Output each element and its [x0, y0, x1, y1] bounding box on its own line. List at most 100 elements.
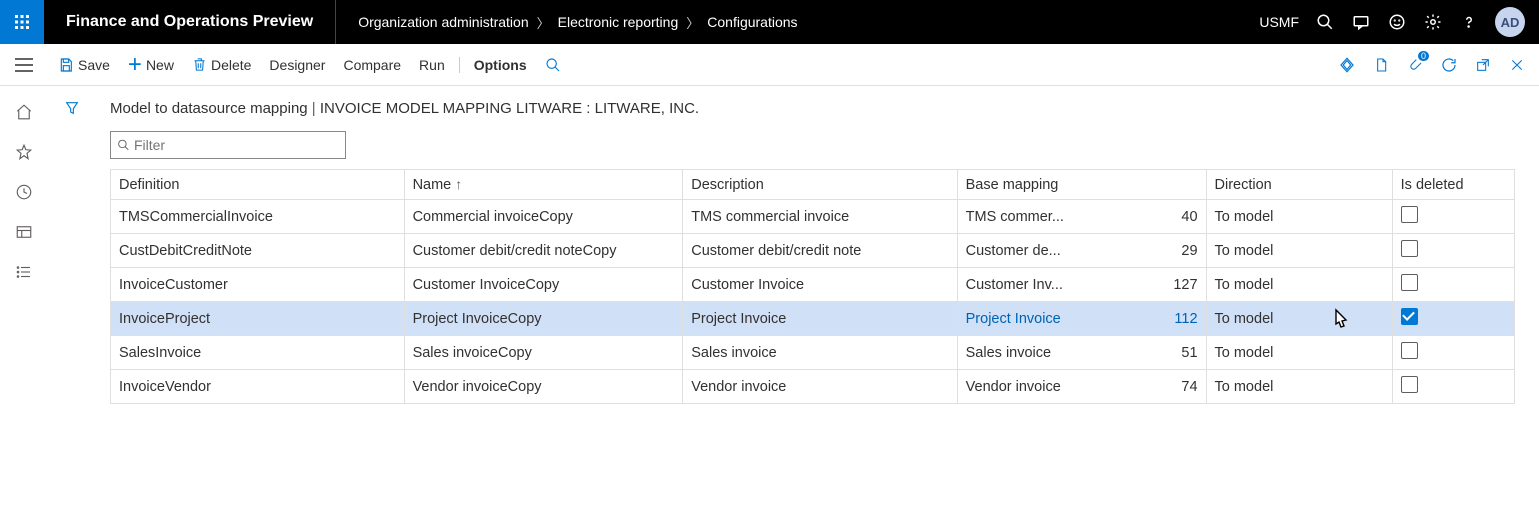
cell-base-mapping-count[interactable]: 40 [1108, 200, 1206, 234]
cell-base-mapping-count[interactable]: 112 [1108, 302, 1206, 336]
col-name[interactable]: Name ↑ [404, 170, 683, 200]
help-icon[interactable] [1459, 12, 1479, 32]
checkbox[interactable] [1401, 308, 1418, 325]
cell-name[interactable]: Vendor invoiceCopy [404, 370, 683, 404]
nav-hamburger-button[interactable] [0, 44, 48, 86]
toolbar-search-button[interactable] [545, 57, 561, 73]
home-icon[interactable] [14, 102, 34, 122]
cell-name[interactable]: Customer InvoiceCopy [404, 268, 683, 302]
designer-button[interactable]: Designer [269, 57, 325, 73]
delete-button[interactable]: Delete [192, 56, 251, 73]
cell-base-mapping[interactable]: Vendor invoice [957, 370, 1108, 404]
attachment-icon[interactable]: 0 [1405, 55, 1425, 75]
cell-base-mapping[interactable]: Sales invoice [957, 336, 1108, 370]
checkbox[interactable] [1401, 274, 1418, 291]
cell-description[interactable]: TMS commercial invoice [683, 200, 957, 234]
cell-base-mapping[interactable]: Customer de... [957, 234, 1108, 268]
workspace-icon[interactable] [14, 222, 34, 242]
chat-icon[interactable] [1351, 12, 1371, 32]
cell-direction[interactable]: To model [1206, 200, 1392, 234]
feedback-smile-icon[interactable] [1387, 12, 1407, 32]
cell-definition[interactable]: InvoiceVendor [111, 370, 405, 404]
table-row[interactable]: InvoiceVendorVendor invoiceCopyVendor in… [111, 370, 1515, 404]
cell-definition[interactable]: CustDebitCreditNote [111, 234, 405, 268]
breadcrumb-item[interactable]: Organization administration [358, 14, 528, 30]
cell-name[interactable]: Customer debit/credit noteCopy [404, 234, 683, 268]
app-launcher-button[interactable] [0, 0, 44, 44]
cell-is-deleted[interactable] [1392, 370, 1514, 404]
diamond-icon[interactable] [1337, 55, 1357, 75]
close-icon[interactable] [1507, 55, 1527, 75]
cell-base-mapping-count[interactable]: 29 [1108, 234, 1206, 268]
col-definition[interactable]: Definition [111, 170, 405, 200]
cell-name[interactable]: Commercial invoiceCopy [404, 200, 683, 234]
document-icon[interactable] [1371, 55, 1391, 75]
col-description[interactable]: Description [683, 170, 957, 200]
avatar[interactable]: AD [1495, 7, 1525, 37]
checkbox[interactable] [1401, 376, 1418, 393]
recent-icon[interactable] [14, 182, 34, 202]
cell-direction[interactable]: To model [1206, 268, 1392, 302]
checkbox[interactable] [1401, 342, 1418, 359]
filter-pane-toggle[interactable] [48, 86, 96, 519]
table-row[interactable]: InvoiceProjectProject InvoiceCopyProject… [111, 302, 1515, 336]
cell-is-deleted[interactable] [1392, 200, 1514, 234]
company-code[interactable]: USMF [1259, 14, 1299, 30]
cell-definition[interactable]: InvoiceProject [111, 302, 405, 336]
cell-base-mapping[interactable]: Project Invoice [957, 302, 1108, 336]
delete-label: Delete [211, 57, 251, 73]
col-base-mapping[interactable]: Base mapping [957, 170, 1206, 200]
app-header: Finance and Operations Preview Organizat… [0, 0, 1539, 44]
cell-direction[interactable]: To model [1206, 370, 1392, 404]
cell-description[interactable]: Customer Invoice [683, 268, 957, 302]
breadcrumb-item[interactable]: Electronic reporting [558, 14, 679, 30]
cell-description[interactable]: Sales invoice [683, 336, 957, 370]
cell-definition[interactable]: InvoiceCustomer [111, 268, 405, 302]
cell-description[interactable]: Vendor invoice [683, 370, 957, 404]
refresh-icon[interactable] [1439, 55, 1459, 75]
save-button[interactable]: Save [58, 57, 110, 73]
table-row[interactable]: InvoiceCustomerCustomer InvoiceCopyCusto… [111, 268, 1515, 302]
cell-definition[interactable]: SalesInvoice [111, 336, 405, 370]
settings-gear-icon[interactable] [1423, 12, 1443, 32]
star-icon[interactable] [14, 142, 34, 162]
cell-base-mapping-count[interactable]: 51 [1108, 336, 1206, 370]
cell-base-mapping-count[interactable]: 74 [1108, 370, 1206, 404]
table-row[interactable]: SalesInvoiceSales invoiceCopySales invoi… [111, 336, 1515, 370]
breadcrumb-item[interactable]: Configurations [707, 14, 797, 30]
cell-direction[interactable]: To model [1206, 336, 1392, 370]
table-row[interactable]: CustDebitCreditNoteCustomer debit/credit… [111, 234, 1515, 268]
col-is-deleted[interactable]: Is deleted [1392, 170, 1514, 200]
col-direction[interactable]: Direction [1206, 170, 1392, 200]
cell-direction[interactable]: To model [1206, 302, 1392, 336]
search-icon[interactable] [1315, 12, 1335, 32]
cell-name[interactable]: Project InvoiceCopy [404, 302, 683, 336]
new-button[interactable]: + New [128, 53, 174, 77]
run-button[interactable]: Run [419, 57, 445, 73]
cell-base-mapping-count[interactable]: 127 [1108, 268, 1206, 302]
cell-is-deleted[interactable] [1392, 268, 1514, 302]
checkbox[interactable] [1401, 206, 1418, 223]
cell-is-deleted[interactable] [1392, 234, 1514, 268]
table-row[interactable]: TMSCommercialInvoiceCommercial invoiceCo… [111, 200, 1515, 234]
grid-filter[interactable] [110, 131, 346, 159]
sort-ascending-icon: ↑ [455, 176, 462, 192]
cell-direction[interactable]: To model [1206, 234, 1392, 268]
options-button[interactable]: Options [459, 57, 527, 73]
chevron-right-icon: 〉 [686, 13, 699, 32]
compare-button[interactable]: Compare [343, 57, 401, 73]
cell-name[interactable]: Sales invoiceCopy [404, 336, 683, 370]
cell-base-mapping[interactable]: TMS commer... [957, 200, 1108, 234]
cell-is-deleted[interactable] [1392, 336, 1514, 370]
cell-description[interactable]: Customer debit/credit note [683, 234, 957, 268]
cell-base-mapping[interactable]: Customer Inv... [957, 268, 1108, 302]
cell-description[interactable]: Project Invoice [683, 302, 957, 336]
list-icon[interactable] [14, 262, 34, 282]
filter-input[interactable] [134, 137, 339, 153]
cell-is-deleted[interactable] [1392, 302, 1514, 336]
popout-icon[interactable] [1473, 55, 1493, 75]
trash-icon [192, 56, 207, 73]
designer-label: Designer [269, 57, 325, 73]
cell-definition[interactable]: TMSCommercialInvoice [111, 200, 405, 234]
checkbox[interactable] [1401, 240, 1418, 257]
